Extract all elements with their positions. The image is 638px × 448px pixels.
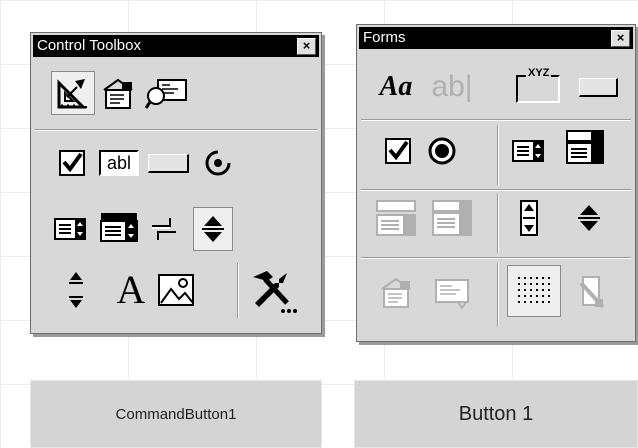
forms-combobox-tool[interactable] <box>563 129 607 165</box>
run-dialog-icon <box>579 276 605 309</box>
forms-edit-code-tool[interactable] <box>427 271 477 315</box>
control-toolbox-title: Control Toolbox <box>37 37 141 54</box>
spin-button-icon <box>202 216 224 242</box>
listbox-icon <box>54 218 86 240</box>
properties-icon <box>103 78 133 109</box>
control-toolbox-panel: Control Toolbox × abl A <box>30 32 322 334</box>
more-controls-icon <box>253 271 297 313</box>
forms-label-tool[interactable]: Aa <box>371 67 421 107</box>
forms-checkbox-tool[interactable] <box>379 133 417 169</box>
image-icon <box>158 274 194 306</box>
group-box-icon: XYZ <box>516 67 560 103</box>
option-button-icon <box>205 150 231 176</box>
textbox-label: abl <box>106 152 132 173</box>
scrollbar-button[interactable] <box>61 265 91 315</box>
option-button-icon <box>428 137 456 165</box>
design-mode-button[interactable] <box>51 71 95 115</box>
spinner-icon <box>578 205 600 231</box>
combobox-button[interactable] <box>97 209 141 245</box>
close-icon[interactable]: × <box>297 38 316 55</box>
command-button-1[interactable]: CommandButton1 <box>30 380 322 448</box>
forms-divider-vertical <box>497 125 499 185</box>
toolbox-divider <box>35 129 317 131</box>
forms-divider-vertical <box>497 263 499 327</box>
forms-divider <box>361 119 631 121</box>
textbox-icon: abl <box>99 150 139 176</box>
checkbox-icon <box>59 150 85 176</box>
listbox-button[interactable] <box>51 211 89 247</box>
combobox-icon <box>566 130 604 164</box>
spin-button-tool[interactable] <box>193 207 233 251</box>
toggle-button-icon <box>152 218 176 240</box>
button-1[interactable]: Button 1 <box>354 380 638 448</box>
forms-divider <box>361 257 631 259</box>
toggle-grid-icon <box>518 277 550 303</box>
edit-code-icon <box>435 279 469 310</box>
group-box-caption: XYZ <box>526 67 552 79</box>
label-tool[interactable]: A <box>109 267 153 313</box>
forms-control-properties-tool[interactable] <box>371 271 421 315</box>
forms-option-button-tool[interactable] <box>423 133 461 169</box>
command-button-1-label: CommandButton1 <box>115 405 237 423</box>
textbox-button[interactable]: abl <box>97 145 141 181</box>
button-icon <box>578 77 618 97</box>
forms-titlebar[interactable]: Forms × <box>359 27 633 49</box>
label-icon: Aa <box>379 71 413 102</box>
toolbox-divider-vertical <box>237 263 239 319</box>
option-button-tool[interactable] <box>199 145 237 181</box>
forms-listbox-tool[interactable] <box>509 133 547 169</box>
forms-combo-list-edit-tool[interactable] <box>371 197 421 239</box>
view-code-icon <box>144 79 187 109</box>
combobox-icon <box>100 213 138 242</box>
design-mode-icon <box>57 79 87 109</box>
forms-scrollbar-tool[interactable] <box>509 197 549 239</box>
forms-divider-vertical <box>497 193 499 253</box>
toggle-button-tool[interactable] <box>145 211 183 247</box>
forms-divider <box>361 189 631 191</box>
forms-spinner-tool[interactable] <box>569 197 609 239</box>
control-properties-icon <box>381 277 411 308</box>
forms-group-box-tool[interactable]: XYZ <box>507 61 569 109</box>
forms-edit-box-tool[interactable]: ab| <box>421 67 483 107</box>
scrollbar-icon <box>520 200 538 236</box>
forms-button-tool[interactable] <box>573 67 623 107</box>
forms-toggle-grid-tool[interactable] <box>507 265 561 317</box>
control-toolbox-titlebar[interactable]: Control Toolbox × <box>33 35 319 57</box>
edit-box-icon: ab| <box>431 70 473 103</box>
properties-button[interactable] <box>99 75 137 111</box>
checkbox-button[interactable] <box>53 145 91 181</box>
more-controls-button[interactable] <box>245 265 301 317</box>
view-code-button[interactable] <box>143 75 191 111</box>
close-icon[interactable]: × <box>611 30 630 47</box>
command-button-icon <box>147 153 189 173</box>
forms-title: Forms <box>363 29 406 46</box>
combo-list-edit-icon <box>376 200 416 236</box>
listbox-icon <box>512 140 544 162</box>
command-button-tool[interactable] <box>145 145 191 181</box>
button-1-label: Button 1 <box>458 402 534 425</box>
label-icon: A <box>116 267 146 312</box>
checkbox-icon <box>385 138 411 164</box>
combo-dropdown-edit-icon <box>432 200 472 236</box>
forms-toolbar-panel: Forms × Aa ab| XYZ <box>356 24 636 342</box>
scrollbar-icon <box>69 272 83 308</box>
forms-combo-dropdown-edit-tool[interactable] <box>427 197 477 239</box>
image-tool[interactable] <box>155 269 197 311</box>
forms-run-dialog-tool[interactable] <box>567 269 617 315</box>
